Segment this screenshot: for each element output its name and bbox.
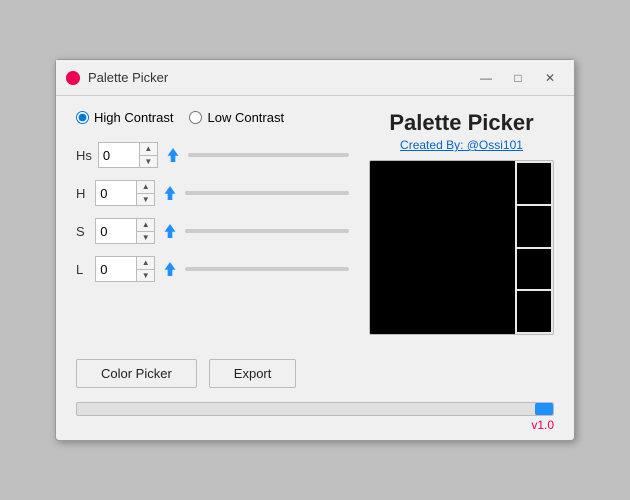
export-button[interactable]: Export — [209, 359, 297, 388]
swatch-4 — [517, 291, 551, 332]
scroll-thumb — [535, 403, 553, 415]
version-label: v1.0 — [56, 416, 574, 440]
h-input-wrapper: ▲ ▼ — [95, 180, 155, 206]
s-arrow-icon — [161, 222, 179, 240]
horizontal-scrollbar[interactable] — [76, 402, 554, 416]
app-title: Palette Picker — [389, 110, 533, 136]
maximize-button[interactable]: □ — [504, 67, 532, 89]
low-contrast-text: Low Contrast — [207, 110, 284, 125]
s-spin-up[interactable]: ▲ — [137, 219, 154, 232]
swatch-1 — [517, 163, 551, 204]
high-contrast-radio[interactable] — [76, 111, 89, 124]
l-spin-up[interactable]: ▲ — [137, 257, 154, 270]
h-spin-buttons: ▲ ▼ — [136, 181, 154, 205]
minimize-button[interactable]: — — [472, 67, 500, 89]
app-icon — [66, 71, 80, 85]
h-label: H — [76, 186, 89, 201]
hs-slider-row: Hs ▲ ▼ — [76, 139, 349, 171]
l-label: L — [76, 262, 89, 277]
h-slider-row: H ▲ ▼ — [76, 177, 349, 209]
bottom-bar: Color Picker Export — [56, 349, 574, 398]
s-input-wrapper: ▲ ▼ — [95, 218, 155, 244]
close-button[interactable]: ✕ — [536, 67, 564, 89]
h-input[interactable] — [96, 181, 136, 205]
swatch-3 — [517, 249, 551, 290]
low-contrast-label[interactable]: Low Contrast — [189, 110, 284, 125]
window-controls: — □ ✕ — [472, 67, 564, 89]
l-slider-row: L ▲ ▼ — [76, 253, 349, 285]
hs-spin-buttons: ▲ ▼ — [139, 143, 157, 167]
palette-display — [369, 160, 554, 335]
h-spin-up[interactable]: ▲ — [137, 181, 154, 194]
h-slider[interactable] — [185, 191, 349, 195]
l-spin-down[interactable]: ▼ — [137, 270, 154, 282]
app-subtitle: Created By: @Ossi101 — [400, 138, 523, 152]
color-picker-button[interactable]: Color Picker — [76, 359, 197, 388]
titlebar: Palette Picker — □ ✕ — [56, 60, 574, 96]
l-input-wrapper: ▲ ▼ — [95, 256, 155, 282]
scroll-area — [56, 398, 574, 416]
s-spin-down[interactable]: ▼ — [137, 232, 154, 244]
h-arrow-icon — [161, 184, 179, 202]
main-content: High Contrast Low Contrast Hs ▲ ▼ — [56, 96, 574, 349]
hs-slider[interactable] — [188, 153, 349, 157]
h-spin-down[interactable]: ▼ — [137, 194, 154, 206]
hs-spin-down[interactable]: ▼ — [140, 156, 157, 168]
right-panel: Palette Picker Created By: @Ossi101 — [369, 110, 554, 335]
swatch-2 — [517, 206, 551, 247]
hs-label: Hs — [76, 148, 92, 163]
main-window: Palette Picker — □ ✕ High Contrast Low C… — [55, 59, 575, 441]
l-slider[interactable] — [185, 267, 349, 271]
hs-spin-up[interactable]: ▲ — [140, 143, 157, 156]
contrast-radio-group: High Contrast Low Contrast — [76, 110, 349, 125]
low-contrast-radio[interactable] — [189, 111, 202, 124]
s-input[interactable] — [96, 219, 136, 243]
palette-swatches — [515, 161, 553, 334]
left-panel: High Contrast Low Contrast Hs ▲ ▼ — [76, 110, 349, 335]
s-label: S — [76, 224, 89, 239]
palette-main-color — [370, 161, 515, 334]
high-contrast-label[interactable]: High Contrast — [76, 110, 173, 125]
l-spin-buttons: ▲ ▼ — [136, 257, 154, 281]
l-input[interactable] — [96, 257, 136, 281]
hs-arrow-icon — [164, 146, 182, 164]
l-arrow-icon — [161, 260, 179, 278]
s-spin-buttons: ▲ ▼ — [136, 219, 154, 243]
hs-input[interactable] — [99, 143, 139, 167]
hs-input-wrapper: ▲ ▼ — [98, 142, 158, 168]
s-slider-row: S ▲ ▼ — [76, 215, 349, 247]
high-contrast-text: High Contrast — [94, 110, 173, 125]
s-slider[interactable] — [185, 229, 349, 233]
window-title: Palette Picker — [88, 70, 472, 85]
